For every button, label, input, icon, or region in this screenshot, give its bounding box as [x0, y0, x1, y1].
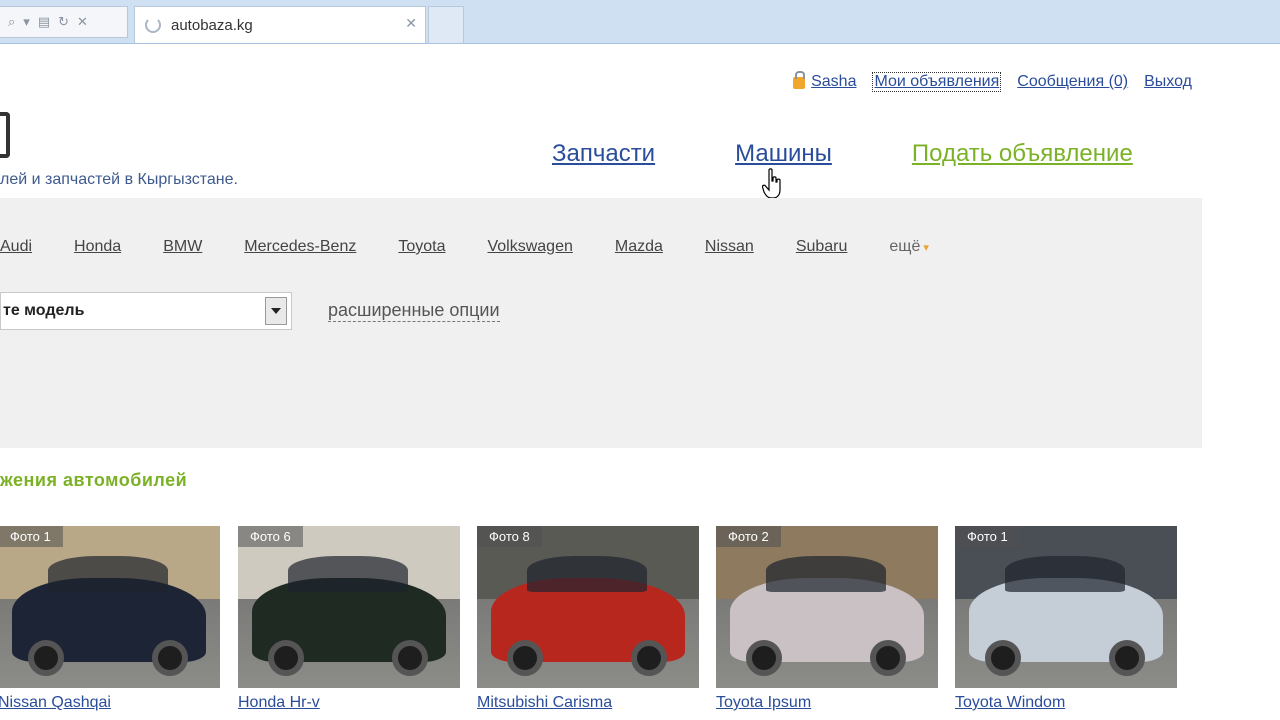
browser-toolbar: ⌕ ▾ ▤ ↻ ✕ autobaza.kg ✕ — [0, 0, 1280, 44]
username-link[interactable]: Sasha — [811, 73, 856, 91]
car-name-link[interactable]: Toyota Ipsum — [716, 694, 938, 712]
brand-link-toyota[interactable]: Toyota — [398, 238, 445, 256]
photo-count-badge: Фото 2 — [716, 526, 781, 547]
advanced-options-link[interactable]: расширенные опции — [328, 299, 500, 322]
car-photo[interactable]: Фото 2 — [716, 526, 938, 688]
car-wheel-shape — [392, 640, 428, 676]
brand-link-subaru[interactable]: Subaru — [796, 238, 848, 256]
car-wheel-shape — [746, 640, 782, 676]
nav-cars-link[interactable]: Машины — [735, 140, 832, 168]
user-bar: Sasha Мои объявления Сообщения (0) Выход — [793, 71, 1192, 92]
hand-cursor-icon — [762, 168, 781, 199]
compat-view-icon[interactable]: ▤ — [38, 15, 50, 30]
car-card[interactable]: Фото 2 Toyota Ipsum — [716, 526, 938, 712]
refresh-icon[interactable]: ↻ — [58, 15, 69, 30]
address-controls: ⌕ ▾ ▤ ↻ ✕ — [0, 6, 128, 38]
brand-link-volkswagen[interactable]: Volkswagen — [487, 238, 572, 256]
brand-link-bmw[interactable]: BMW — [163, 238, 202, 256]
brand-link-honda[interactable]: Honda — [74, 238, 121, 256]
more-brands-link[interactable]: ещё — [889, 238, 929, 256]
car-photo[interactable]: Фото 6 — [238, 526, 460, 688]
model-select[interactable]: те модель — [0, 292, 292, 330]
car-wheel-shape — [152, 640, 188, 676]
car-wheel-shape — [1109, 640, 1145, 676]
nav-parts-link[interactable]: Запчасти — [552, 140, 655, 168]
car-wheel-shape — [28, 640, 64, 676]
photo-count-badge: Фото 1 — [955, 526, 1020, 547]
brand-link-audi[interactable]: Audi — [0, 238, 32, 256]
browser-tab[interactable]: autobaza.kg ✕ — [134, 6, 426, 43]
car-card[interactable]: Фото 1 Nissan Qashqai — [0, 526, 220, 712]
site-tagline: лей и запчастей в Кыргызстане. — [0, 171, 238, 188]
car-windshield-shape — [766, 556, 886, 592]
car-card[interactable]: Фото 8 Mitsubishi Carisma — [477, 526, 699, 712]
brand-link-mercedes[interactable]: Mercedes-Benz — [244, 238, 356, 256]
car-wheel-shape — [870, 640, 906, 676]
car-wheel-shape — [268, 640, 304, 676]
car-windshield-shape — [1005, 556, 1125, 592]
car-photo[interactable]: Фото 8 — [477, 526, 699, 688]
car-card[interactable]: Фото 6 Honda Hr-v — [238, 526, 460, 712]
photo-count-badge: Фото 6 — [238, 526, 303, 547]
brand-link-nissan[interactable]: Nissan — [705, 238, 754, 256]
logout-link[interactable]: Выход — [1144, 73, 1192, 91]
stop-icon[interactable]: ✕ — [77, 15, 88, 30]
photo-count-badge: Фото 1 — [0, 526, 63, 547]
car-photo[interactable]: Фото 1 — [0, 526, 220, 688]
tab-title: autobaza.kg — [171, 16, 253, 34]
model-select-value: те модель — [3, 302, 85, 319]
new-tab-button[interactable] — [428, 6, 464, 43]
search-panel: Audi Honda BMW Mercedes-Benz Toyota Volk… — [0, 198, 1202, 448]
car-wheel-shape — [985, 640, 1021, 676]
brand-links: Audi Honda BMW Mercedes-Benz Toyota Volk… — [0, 238, 971, 256]
messages-link[interactable]: Сообщения (0) — [1017, 73, 1128, 91]
section-title: жения автомобилей — [0, 470, 188, 490]
car-card[interactable]: Фото 1 Toyota Windom — [955, 526, 1177, 712]
user-block: Sasha — [793, 71, 856, 91]
car-name-link[interactable]: Honda Hr-v — [238, 694, 460, 712]
car-photo[interactable]: Фото 1 — [955, 526, 1177, 688]
main-nav: Запчасти Машины Подать объявление — [552, 140, 1133, 168]
car-wheel-shape — [631, 640, 667, 676]
car-name-link[interactable]: Toyota Windom — [955, 694, 1177, 712]
site-logo[interactable] — [0, 112, 10, 158]
car-windshield-shape — [527, 556, 647, 592]
car-windshield-shape — [288, 556, 408, 592]
close-tab-icon[interactable]: ✕ — [405, 16, 417, 32]
search-icon[interactable]: ⌕ — [8, 15, 15, 30]
chevron-down-icon[interactable] — [265, 297, 287, 325]
dropdown-icon[interactable]: ▾ — [23, 15, 30, 30]
user-lock-icon — [793, 71, 806, 89]
my-ads-link[interactable]: Мои объявления — [872, 72, 1002, 92]
car-name-link[interactable]: Nissan Qashqai — [0, 694, 220, 712]
loading-icon — [145, 17, 161, 33]
photo-count-badge: Фото 8 — [477, 526, 542, 547]
car-windshield-shape — [48, 556, 168, 592]
car-name-link[interactable]: Mitsubishi Carisma — [477, 694, 699, 712]
car-wheel-shape — [507, 640, 543, 676]
brand-link-mazda[interactable]: Mazda — [615, 238, 663, 256]
nav-post-ad-link[interactable]: Подать объявление — [912, 140, 1133, 168]
